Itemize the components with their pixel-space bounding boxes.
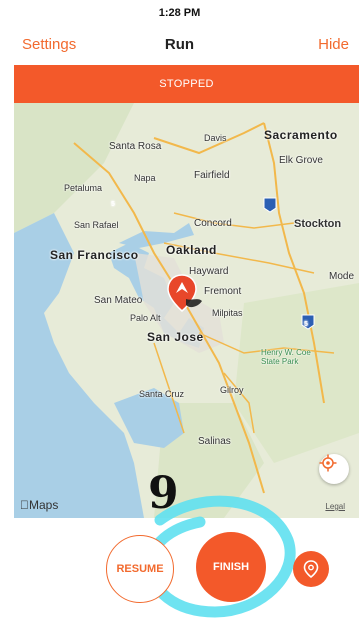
map-label-gilroy: Gilroy <box>220 385 244 395</box>
map-label-petaluma: Petaluma <box>64 183 103 193</box>
map-label-san-francisco: San Francisco <box>50 248 139 262</box>
hide-button[interactable]: Hide <box>318 36 349 53</box>
apple-maps-attribution: Maps <box>20 498 58 512</box>
map-label-santa-cruz: Santa Cruz <box>139 389 185 399</box>
map-label-stockton: Stockton <box>294 218 342 230</box>
map-label-modesto: Mode <box>329 271 355 282</box>
legal-link[interactable]: Legal <box>325 502 345 511</box>
map-pin-icon <box>303 560 319 578</box>
map-label-elk-grove: Elk Grove <box>279 155 323 166</box>
add-marker-button[interactable] <box>293 551 329 587</box>
map-label-san-rafael: San Rafael <box>74 220 119 230</box>
highway-shield-label: 5 <box>111 201 115 208</box>
annotation-digit: 9 <box>148 468 179 519</box>
map-label-henry-coe: Henry W. Coe State Park <box>261 348 311 366</box>
map-label-palo-alto: Palo Alt <box>130 313 161 323</box>
route-marker-icon[interactable] <box>164 271 204 317</box>
maps-attribution-text: Maps <box>20 498 58 512</box>
map-label-santa-rosa: Santa Rosa <box>109 141 162 152</box>
map-label-davis: Davis <box>204 133 227 143</box>
map-label-sacramento: Sacramento <box>264 128 338 142</box>
page-title: Run <box>164 36 195 53</box>
locate-icon <box>319 454 337 472</box>
resume-button[interactable]: RESUME <box>106 535 174 603</box>
apple-logo-icon:  <box>20 498 29 512</box>
status-bar: 1:28 PM <box>0 0 359 26</box>
map-label-fairfield: Fairfield <box>194 170 230 181</box>
map-label-oakland: Oakland <box>166 243 217 257</box>
finish-button[interactable]: FINISH <box>196 532 266 602</box>
status-banner-text: STOPPED <box>159 78 214 90</box>
resume-label: RESUME <box>116 563 164 575</box>
map-label-salinas: Salinas <box>198 436 231 447</box>
map-label-san-jose: San Jose <box>147 330 204 344</box>
nav-bar: Settings Run Hide <box>0 28 359 62</box>
highway-shield-label: 5 <box>304 321 308 328</box>
status-time: 1:28 PM <box>158 7 201 19</box>
map-label-napa: Napa <box>134 173 156 183</box>
status-banner: STOPPED <box>14 65 359 103</box>
locate-button[interactable] <box>319 454 349 484</box>
map-label-san-mateo: San Mateo <box>94 295 143 306</box>
map-label-milpitas: Milpitas <box>212 308 243 318</box>
finish-label: FINISH <box>212 561 250 573</box>
map-view[interactable]: 5 5 Sacramento Davis Santa Rosa Elk Grov… <box>14 103 359 518</box>
map-label-concord: Concord <box>194 218 232 229</box>
map-label-fremont: Fremont <box>204 286 242 297</box>
